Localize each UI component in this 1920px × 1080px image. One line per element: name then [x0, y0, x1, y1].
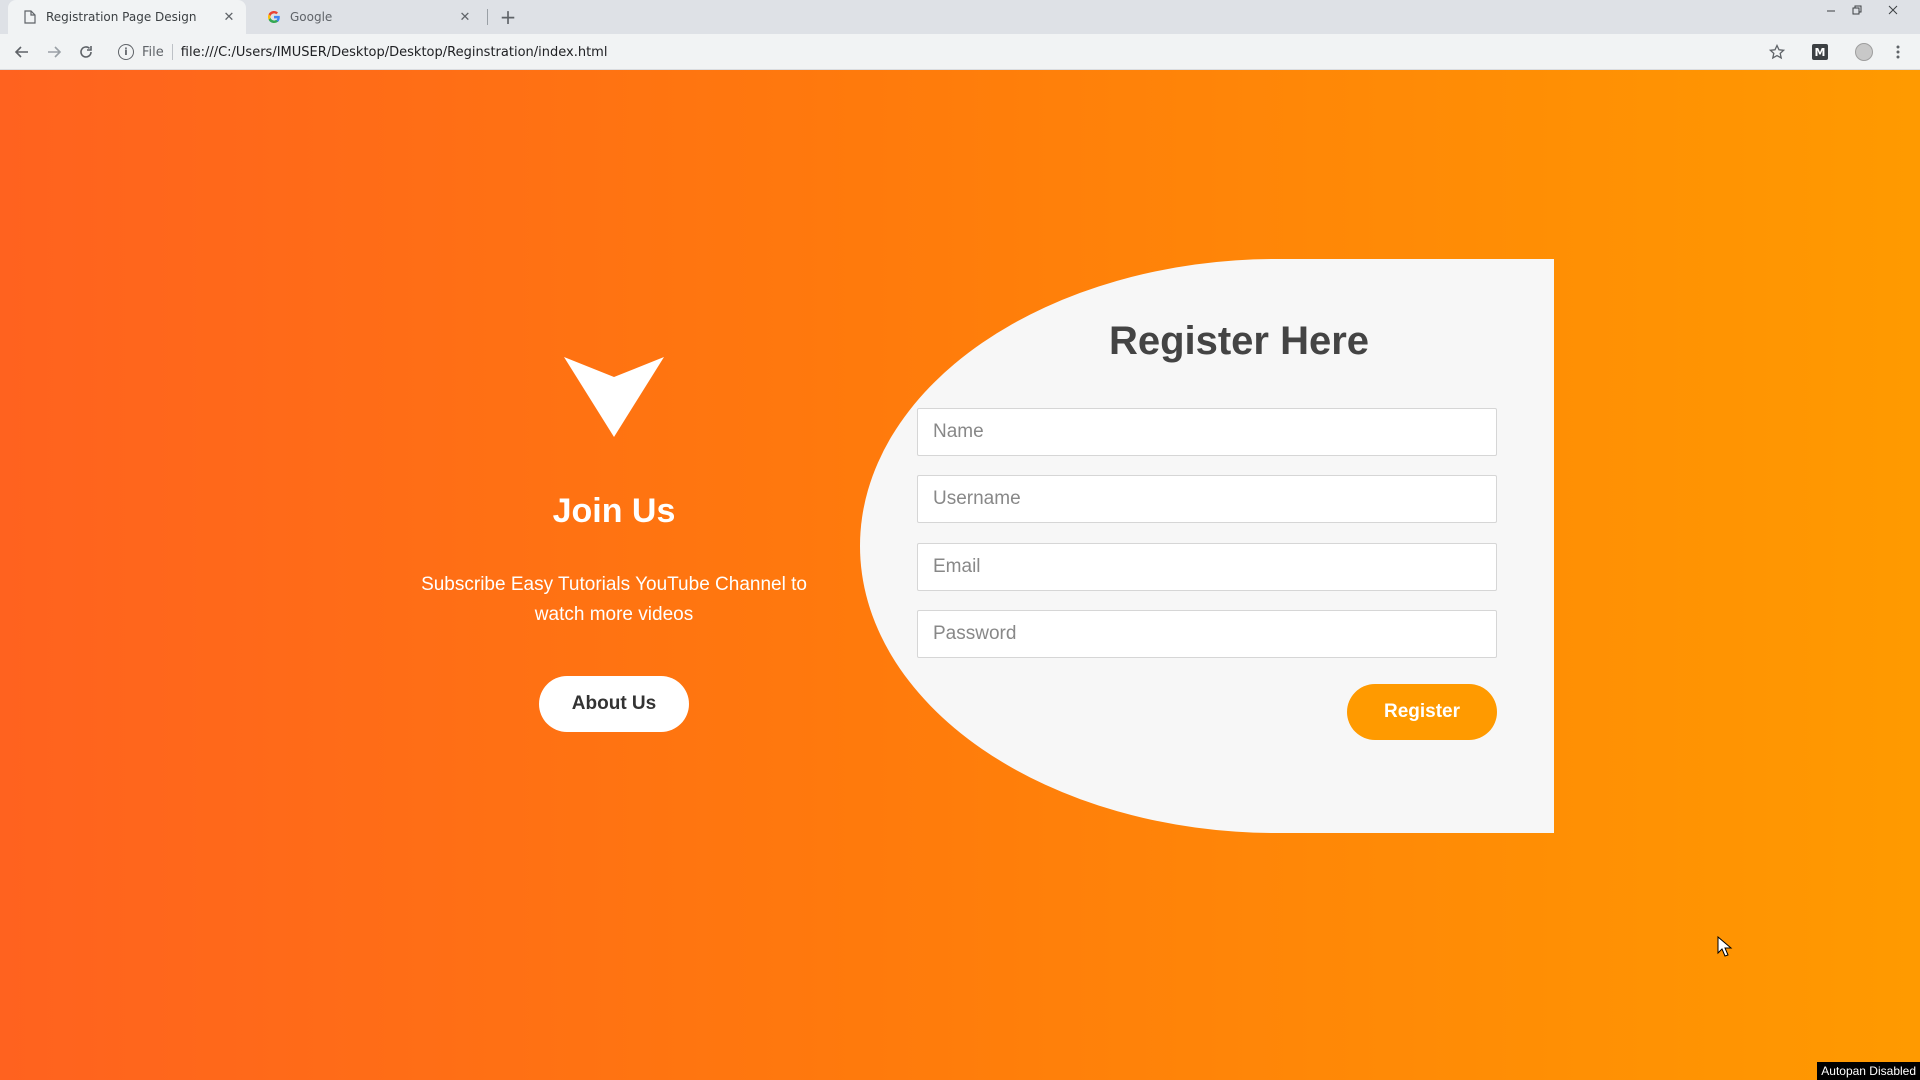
document-icon [22, 9, 38, 25]
mouse-cursor-icon [1717, 936, 1733, 957]
info-icon[interactable]: i [118, 44, 134, 60]
profile-avatar[interactable] [1852, 40, 1876, 64]
join-title: Join Us [552, 492, 676, 530]
restore-icon[interactable] [1844, 0, 1870, 20]
forward-arrow-icon[interactable] [42, 40, 66, 64]
about-us-button[interactable]: About Us [539, 676, 689, 732]
tab-divider [487, 9, 488, 25]
reload-icon[interactable] [74, 40, 98, 64]
register-button[interactable]: Register [1347, 684, 1497, 740]
close-tab-icon[interactable]: ✕ [456, 8, 474, 26]
page-background: Join Us Subscribe Easy Tutorials YouTube… [0, 70, 1920, 1080]
browser-tab-bar: Registration Page Design ✕ Google ✕ + [0, 0, 1920, 34]
minimize-icon[interactable] [1818, 0, 1844, 20]
address-bar[interactable]: i File file:///C:/Users/IMUSER/Desktop/D… [112, 38, 1782, 66]
email-input[interactable] [917, 543, 1497, 591]
new-tab-button[interactable]: + [496, 5, 520, 29]
back-arrow-icon[interactable] [10, 40, 34, 64]
scheme-label: File [142, 44, 164, 60]
password-input[interactable] [917, 610, 1497, 658]
name-input[interactable] [917, 408, 1497, 456]
address-divider [171, 44, 173, 60]
chevron-logo-icon [564, 357, 664, 437]
close-window-icon[interactable] [1880, 0, 1906, 20]
registration-card: Register Here Register [860, 259, 1554, 833]
close-tab-icon[interactable]: ✕ [220, 8, 238, 26]
tab-google[interactable]: Google ✕ [252, 0, 482, 34]
bookmark-star-icon[interactable] [1765, 40, 1789, 64]
url-text[interactable]: file:///C:/Users/IMUSER/Desktop/Desktop/… [181, 45, 608, 60]
tab-title: Google [290, 10, 333, 24]
extension-icon[interactable]: M [1808, 40, 1832, 64]
tab-title: Registration Page Design [46, 10, 197, 24]
join-description: Subscribe Easy Tutorials YouTube Channel… [421, 574, 807, 625]
username-input[interactable] [917, 475, 1497, 523]
kebab-menu-icon[interactable] [1886, 40, 1910, 64]
browser-toolbar: i File file:///C:/Users/IMUSER/Desktop/D… [0, 34, 1920, 70]
tab-registration-page[interactable]: Registration Page Design ✕ [8, 0, 246, 34]
status-tag: Autopan Disabled [1817, 1062, 1920, 1080]
google-icon [266, 9, 282, 25]
form-title: Register Here [1108, 319, 1370, 363]
avatar [1855, 43, 1873, 61]
extension-label: M [1812, 44, 1828, 60]
